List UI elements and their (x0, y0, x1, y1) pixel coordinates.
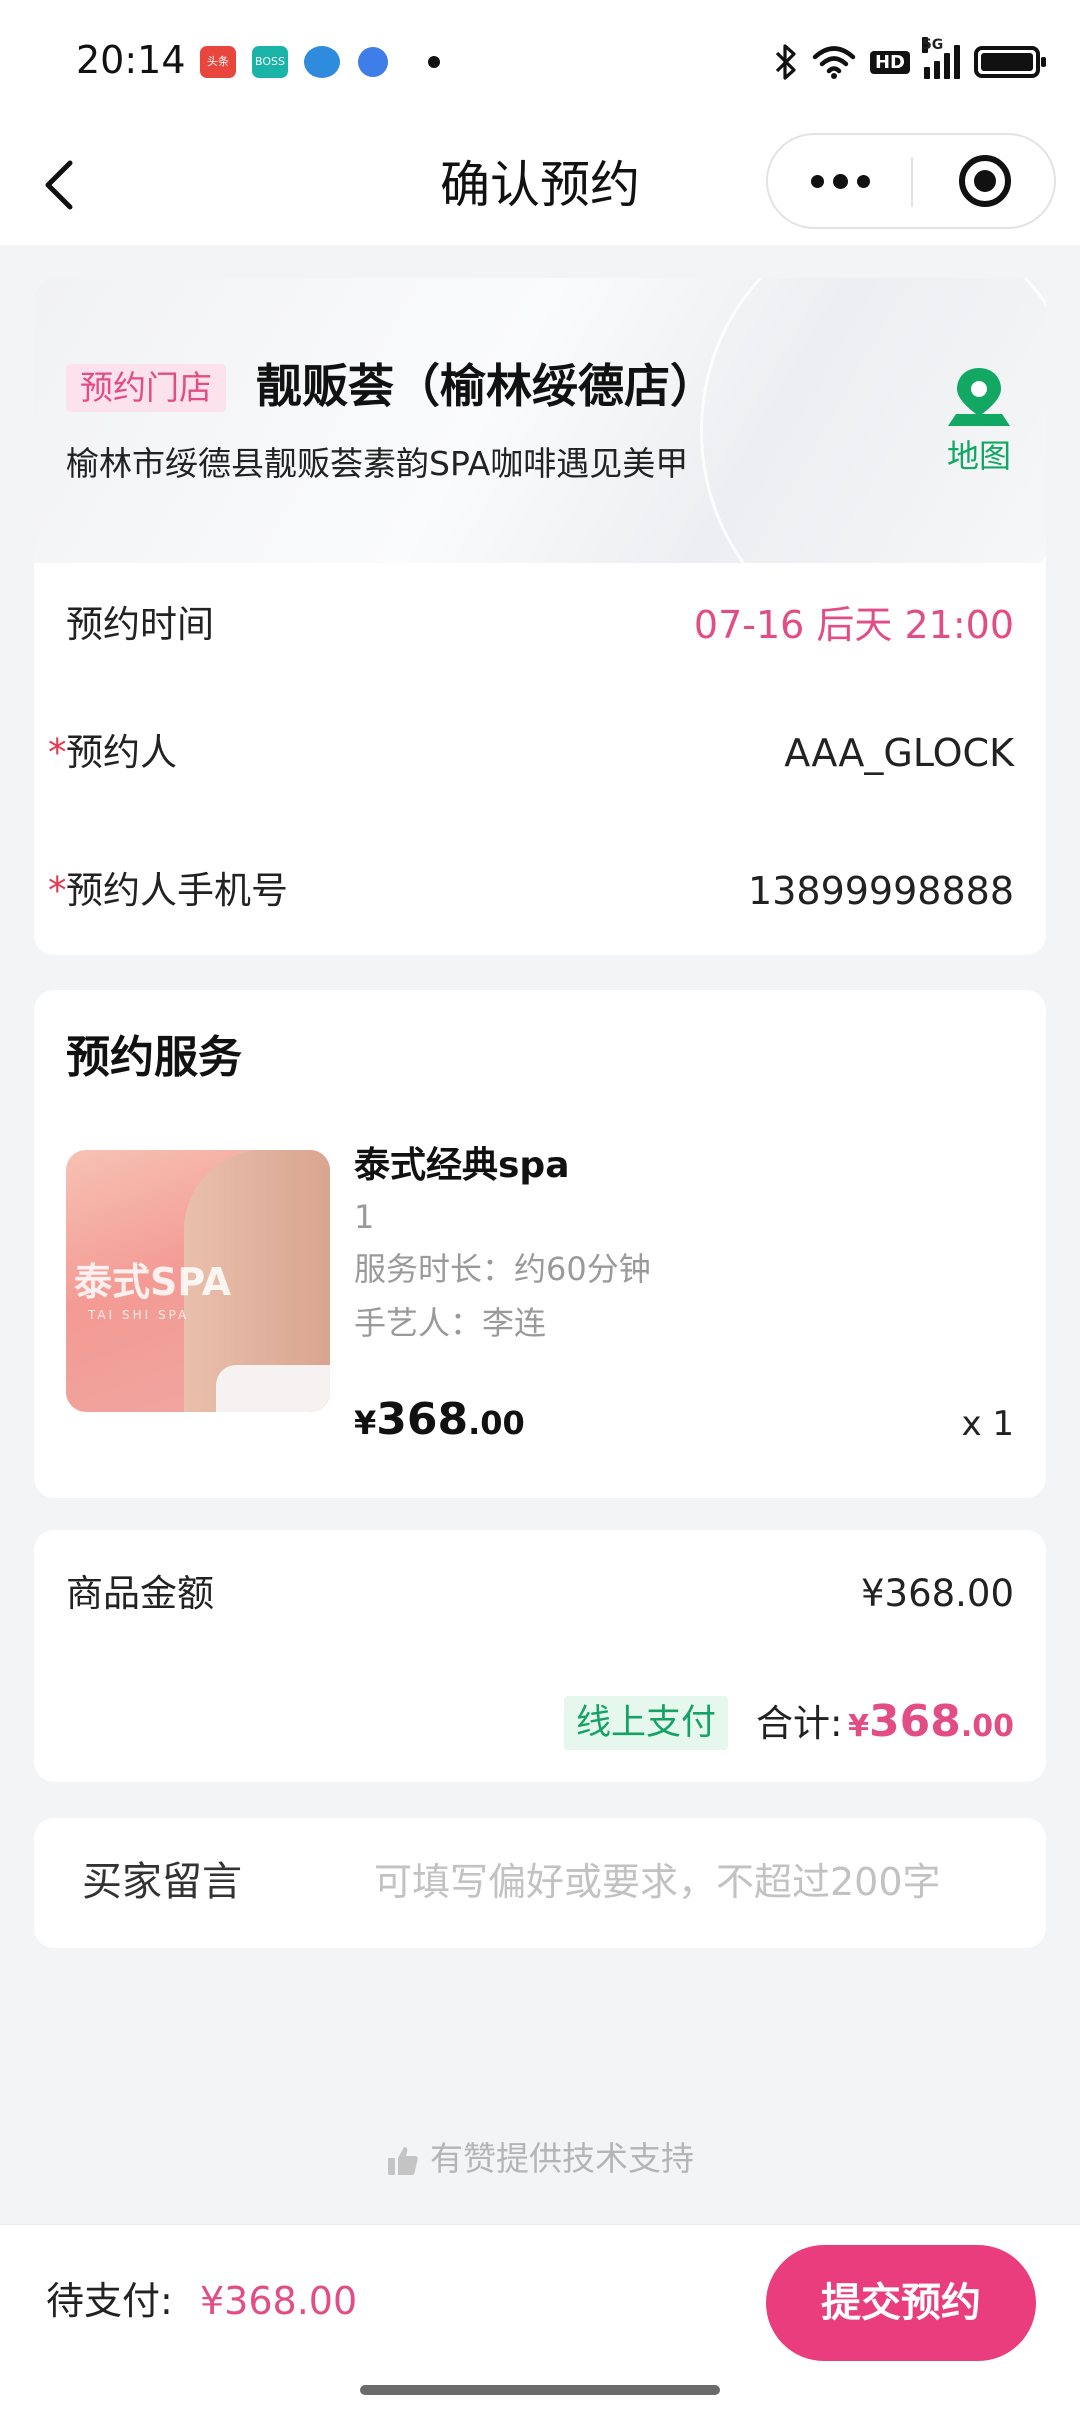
tech-support-note: 有赞提供技术支持 (0, 2130, 1080, 2188)
total-value: ¥368.00 (848, 1696, 1014, 1747)
thumbnail-title: 泰式SPA (74, 1260, 232, 1304)
battery-icon (974, 46, 1046, 78)
more-notifications-icon (428, 56, 440, 68)
navigation-bar: 确认预约 (0, 125, 1080, 245)
booker-name-label: * 预约人 (48, 713, 177, 793)
booking-time-label: 预约时间 (66, 603, 214, 646)
service-card: 预约服务 泰式SPA TAI SHI SPA 泰式经典spa 1 服务时长：约6… (34, 990, 1046, 1498)
submit-booking-button[interactable]: 提交预约 (766, 2245, 1036, 2361)
hd-badge: HD (869, 50, 910, 74)
notification-app-icon-2 (358, 47, 388, 77)
store-name: 靓贩荟（榆林绥德店） (256, 359, 716, 413)
booking-info-card: 预约时间 07-16 后天 21:00 * 预约人 AAA_GLOCK * 预约人手… (34, 563, 1046, 955)
service-quantity: x 1 (961, 1404, 1014, 1444)
booker-phone-value: 13899998888 (748, 869, 1014, 913)
store-tag: 预约门店 (66, 364, 226, 412)
service-spec: 1 (354, 1198, 375, 1236)
thumbs-up-icon (388, 2146, 418, 2175)
thumbnail-subtitle: TAI SHI SPA (88, 1308, 190, 1322)
target-circle-icon (958, 155, 1011, 207)
online-payment-tag: 线上支付 (564, 1696, 729, 1750)
buyer-note-input[interactable] (374, 1846, 1034, 1918)
service-artisan: 手艺人：李连 (354, 1304, 547, 1342)
status-time: 20:14 (76, 38, 186, 82)
booker-name-row[interactable]: * 预约人 AAA_GLOCK (34, 713, 1046, 793)
map-button[interactable]: 地图 (934, 364, 1024, 478)
service-name: 泰式经典spa (354, 1145, 570, 1186)
store-address: 榆林市绥德县靓贩荟素韵SPA咖啡遇见美甲 (66, 444, 689, 483)
pending-payment-value: ¥368.00 (200, 2279, 358, 2323)
booker-phone-label: * 预约人手机号 (48, 851, 288, 931)
service-section-title: 预约服务 (66, 1032, 242, 1083)
store-card: 预约门店 靓贩荟（榆林绥德店） 榆林市绥德县靓贩荟素韵SPA咖啡遇见美甲 地图 (34, 278, 1046, 563)
toutiao-app-icon: 头条 (200, 46, 236, 78)
booker-phone-row[interactable]: * 预约人手机号 13899998888 (34, 851, 1046, 931)
boss-app-icon: BOSS直聘 (252, 46, 288, 78)
required-mark: * (48, 869, 67, 912)
total-label: 合计: (756, 1702, 843, 1745)
home-indicator[interactable] (360, 2385, 720, 2395)
map-label: 地图 (946, 437, 1011, 475)
more-dots-icon (810, 174, 824, 188)
service-price: ¥368.00 (354, 1394, 525, 1445)
signal-icon: 5G (922, 37, 960, 79)
goods-amount-value: ¥368.00 (860, 1572, 1014, 1615)
bluetooth-icon (775, 44, 796, 80)
pending-payment-label: 待支付: (46, 2279, 173, 2323)
booking-time-row[interactable]: 预约时间 07-16 后天 21:00 (34, 585, 1046, 665)
buyer-note-card: 买家留言 (34, 1818, 1046, 1948)
tech-support-text: 有赞提供技术支持 (430, 2139, 694, 2178)
bottom-action-bar: 待支付: ¥368.00 提交预约 (0, 2224, 1080, 2412)
buyer-note-label: 买家留言 (82, 1859, 242, 1905)
notification-app-icon (304, 46, 340, 78)
close-mini-program-button[interactable] (913, 135, 1056, 227)
service-thumbnail[interactable]: 泰式SPA TAI SHI SPA (66, 1150, 330, 1412)
required-mark: * (48, 731, 67, 774)
wifi-icon (812, 46, 856, 79)
booker-name-value: AAA_GLOCK (784, 731, 1014, 775)
mini-program-capsule (766, 133, 1056, 229)
status-indicators: HD 5G (774, 37, 1046, 84)
goods-amount-label: 商品金额 (66, 1572, 214, 1615)
service-duration: 服务时长：约60分钟 (354, 1250, 651, 1288)
map-pin-icon (948, 368, 1010, 426)
amount-card: 商品金额 ¥368.00 线上支付 合计: ¥368.00 (34, 1530, 1046, 1782)
booking-time-value: 07-16 后天 21:00 (693, 603, 1014, 647)
status-bar: 20:14 头条 BOSS直聘 HD 5G (0, 0, 1080, 125)
more-button[interactable] (768, 135, 912, 227)
